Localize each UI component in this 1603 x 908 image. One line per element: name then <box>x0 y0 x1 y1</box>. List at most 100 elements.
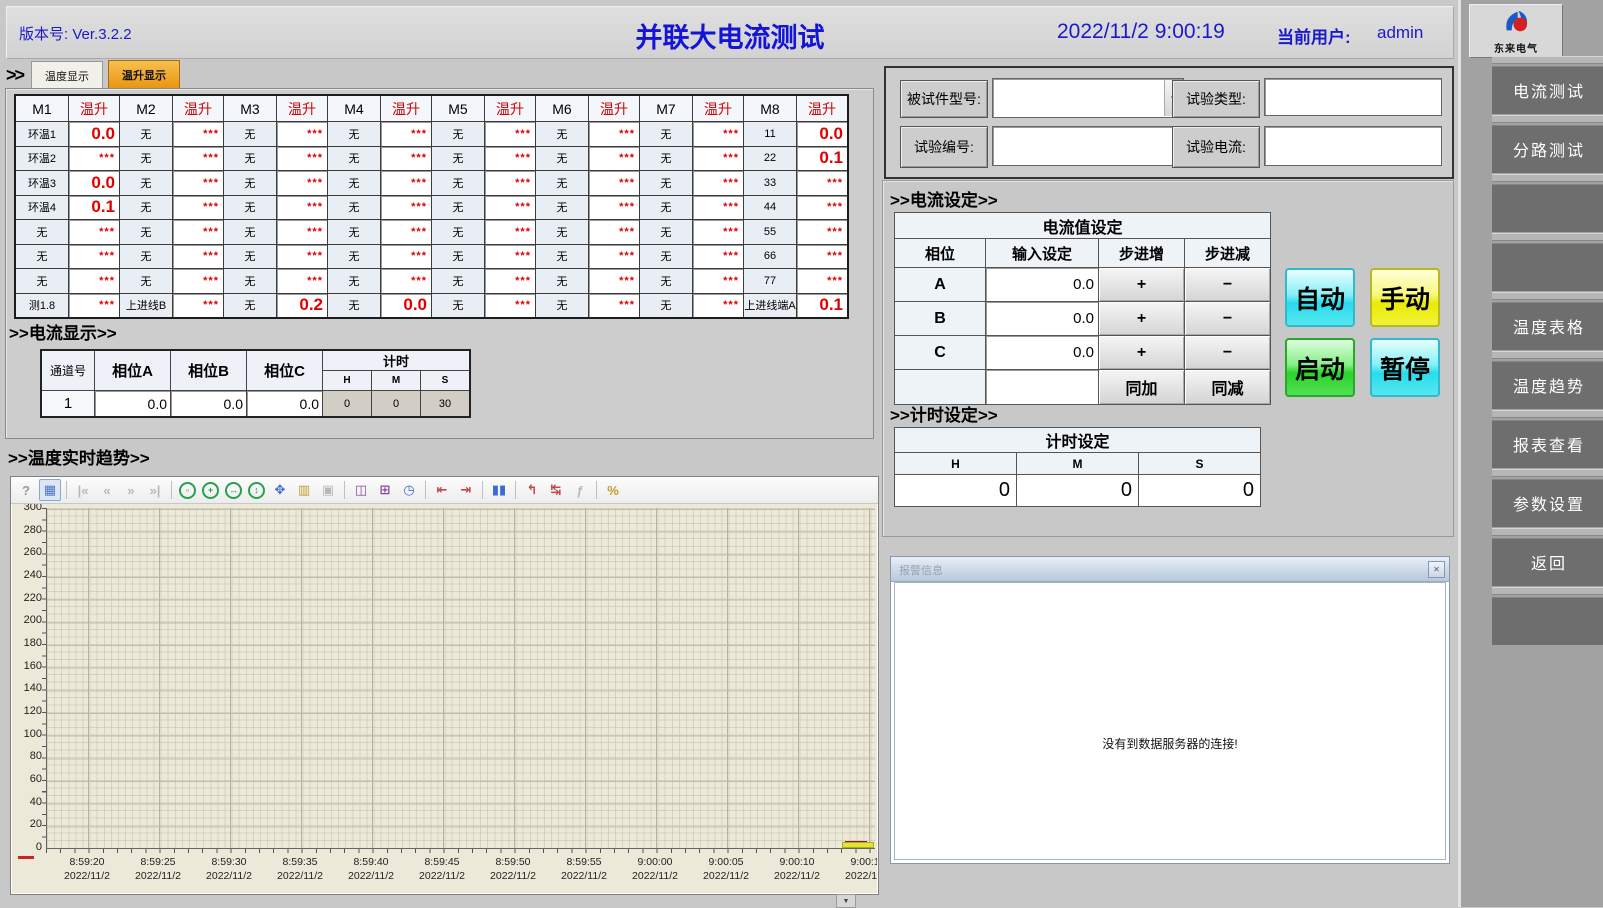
auto-button[interactable]: 自动 <box>1285 268 1355 327</box>
x-tick-time: 8:59:20 <box>47 855 127 869</box>
x-tick-date: 2022/11/2 <box>686 869 766 883</box>
step-minus-button-b[interactable]: − <box>1185 302 1270 335</box>
zoom-in-icon[interactable]: + <box>202 482 219 499</box>
temp-rise-value-cell: *** <box>173 122 223 146</box>
start-button[interactable]: 启动 <box>1285 338 1355 397</box>
channel-name-cell: 无 <box>640 147 692 171</box>
sidebar-item-back[interactable]: 返回 <box>1492 538 1603 586</box>
channel-name-cell: 无 <box>120 196 172 220</box>
channel-name-cell: 无 <box>224 171 276 195</box>
step-minus-button-c[interactable]: − <box>1185 336 1270 369</box>
sidebar-item-temperature-trend[interactable]: 温度趋势 <box>1492 361 1603 409</box>
current-input-empty[interactable] <box>986 370 1098 404</box>
step-plus-button-a[interactable]: + <box>1099 268 1184 301</box>
title-bar: 版本号: Ver.3.2.2 并联大电流测试 2022/11/2 9:00:19… <box>6 6 1454 59</box>
current-input-b[interactable]: 0.0 <box>986 302 1098 335</box>
tab-temp-rise-display[interactable]: 温升显示 <box>108 60 180 90</box>
first-page-icon[interactable]: |« <box>72 479 94 501</box>
export-grid-icon[interactable]: ▦ <box>39 479 61 501</box>
sidebar-item-parameter-settings[interactable]: 参数设置 <box>1492 479 1603 527</box>
sidebar-item-current-test[interactable]: 电流测试 <box>1492 66 1603 114</box>
sidebar-separator <box>1492 233 1603 240</box>
x-tick-time: 8:59:35 <box>260 855 340 869</box>
tab-temperature-display[interactable]: 温度显示 <box>31 61 103 90</box>
x-axis-label: 8:59:302022/11/2 <box>189 855 269 883</box>
tab-strip: 温度显示温升显示 <box>31 60 180 90</box>
test-number-input[interactable] <box>992 126 1184 166</box>
zoom-vertical-icon[interactable]: ↕ <box>248 482 265 499</box>
sidebar-item-blank-3[interactable] <box>1492 597 1603 645</box>
current-display-table: 通道号 相位A 相位B 相位C 计时 H M S 1 0.0 0.0 0.0 0… <box>40 349 471 418</box>
fx-icon[interactable]: ƒ <box>569 479 591 501</box>
current-set-table-title: 电流值设定 <box>895 213 1270 238</box>
timer-value-m[interactable]: 0 <box>1017 475 1138 506</box>
scroll-chart-right-icon[interactable]: ⇥ <box>455 479 477 501</box>
plot-area[interactable] <box>46 508 875 849</box>
sidebar-separator <box>1492 528 1603 535</box>
scroll-chart-left-icon[interactable]: ⇤ <box>431 479 453 501</box>
pause-icon[interactable]: ▮▮ <box>488 479 510 501</box>
prev-page-icon[interactable]: « <box>96 479 118 501</box>
sidebar-item-blank-2[interactable] <box>1492 243 1603 291</box>
column-header-rise: 温升 <box>485 96 535 121</box>
device-model-combo[interactable]: ▼ <box>992 78 1184 118</box>
step-minus-button-a[interactable]: − <box>1185 268 1270 301</box>
temp-rise-value-cell: *** <box>693 196 743 220</box>
next-page-icon[interactable]: » <box>120 479 142 501</box>
mode-buttons: 自动手动启动暂停 <box>1285 268 1445 396</box>
step-plus-button-b[interactable]: + <box>1099 302 1184 335</box>
temp-rise-value-cell: *** <box>173 294 223 318</box>
chevron-marker: >> <box>6 65 23 86</box>
manual-button[interactable]: 手动 <box>1370 268 1440 327</box>
pan-icon[interactable]: ✥ <box>269 479 291 501</box>
temp-rise-value-cell: *** <box>693 294 743 318</box>
channel-name-cell: 44 <box>744 196 796 220</box>
temp-rise-value-cell: 0.0 <box>69 171 119 195</box>
sidebar-separator <box>1492 115 1603 122</box>
current-input-a[interactable]: 0.0 <box>986 268 1098 301</box>
phase-a-value: 0.0 <box>95 391 170 416</box>
channel-name-cell: 无 <box>536 269 588 293</box>
step-plus-button-c[interactable]: + <box>1099 336 1184 369</box>
x-range-icon[interactable]: ↹ <box>545 479 567 501</box>
test-type-input[interactable] <box>1264 78 1442 116</box>
column-header-m7: M7 <box>640 96 692 121</box>
timer-value-s[interactable]: 0 <box>1139 475 1260 506</box>
channel-name-cell: 无 <box>328 147 380 171</box>
all-minus-button[interactable]: 同减 <box>1185 370 1270 404</box>
sidebar-item-branch-test[interactable]: 分路测试 <box>1492 125 1603 173</box>
alarm-close-icon[interactable]: ✕ <box>1428 561 1445 578</box>
y-axis-scale-icon[interactable]: ▥ <box>293 479 315 501</box>
current-settings-title: >>电流设定>> <box>890 186 998 211</box>
channel-name-cell: 无 <box>328 269 380 293</box>
sidebar-item-blank-1[interactable] <box>1492 184 1603 232</box>
x-tick-time: 9:00:10 <box>757 855 837 869</box>
test-current-input[interactable] <box>1264 126 1442 166</box>
channel-name-cell: 无 <box>536 196 588 220</box>
chart-scroll-button[interactable]: ▼ <box>836 894 856 908</box>
cursor-track-icon[interactable]: ↰ <box>521 479 543 501</box>
sidebar-item-report-view[interactable]: 报表查看 <box>1492 420 1603 468</box>
temp-rise-value-cell: *** <box>589 294 639 318</box>
help-icon[interactable]: ? <box>15 479 37 501</box>
3d-view-icon[interactable]: ▣ <box>317 479 339 501</box>
channel-name-cell: 无 <box>640 122 692 146</box>
sidebar-item-temperature-table[interactable]: 温度表格 <box>1492 302 1603 350</box>
zoom-box-icon[interactable]: ▫ <box>179 482 196 499</box>
pane-zoom-icon[interactable]: ⊞ <box>374 479 396 501</box>
phase-b-header: 相位B <box>171 351 246 390</box>
current-input-c[interactable]: 0.0 <box>986 336 1098 369</box>
timer-value-h[interactable]: 0 <box>895 475 1016 506</box>
phase-cell-b: B <box>895 302 985 335</box>
time-window-icon[interactable]: ◷ <box>398 479 420 501</box>
channel-name-cell: 无 <box>536 220 588 244</box>
channel-value: 1 <box>42 391 94 416</box>
tile-panes-icon[interactable]: ◫ <box>350 479 372 501</box>
zoom-horizontal-icon[interactable]: ↔ <box>225 482 242 499</box>
last-page-icon[interactable]: »| <box>144 479 166 501</box>
pause-button[interactable]: 暂停 <box>1370 338 1440 397</box>
all-plus-button[interactable]: 同加 <box>1099 370 1184 404</box>
percent-scale-icon[interactable]: % <box>602 479 624 501</box>
chart-area: 3002802602402202001801601401201008060402… <box>12 504 877 893</box>
y-axis-label: 100 <box>12 728 42 740</box>
